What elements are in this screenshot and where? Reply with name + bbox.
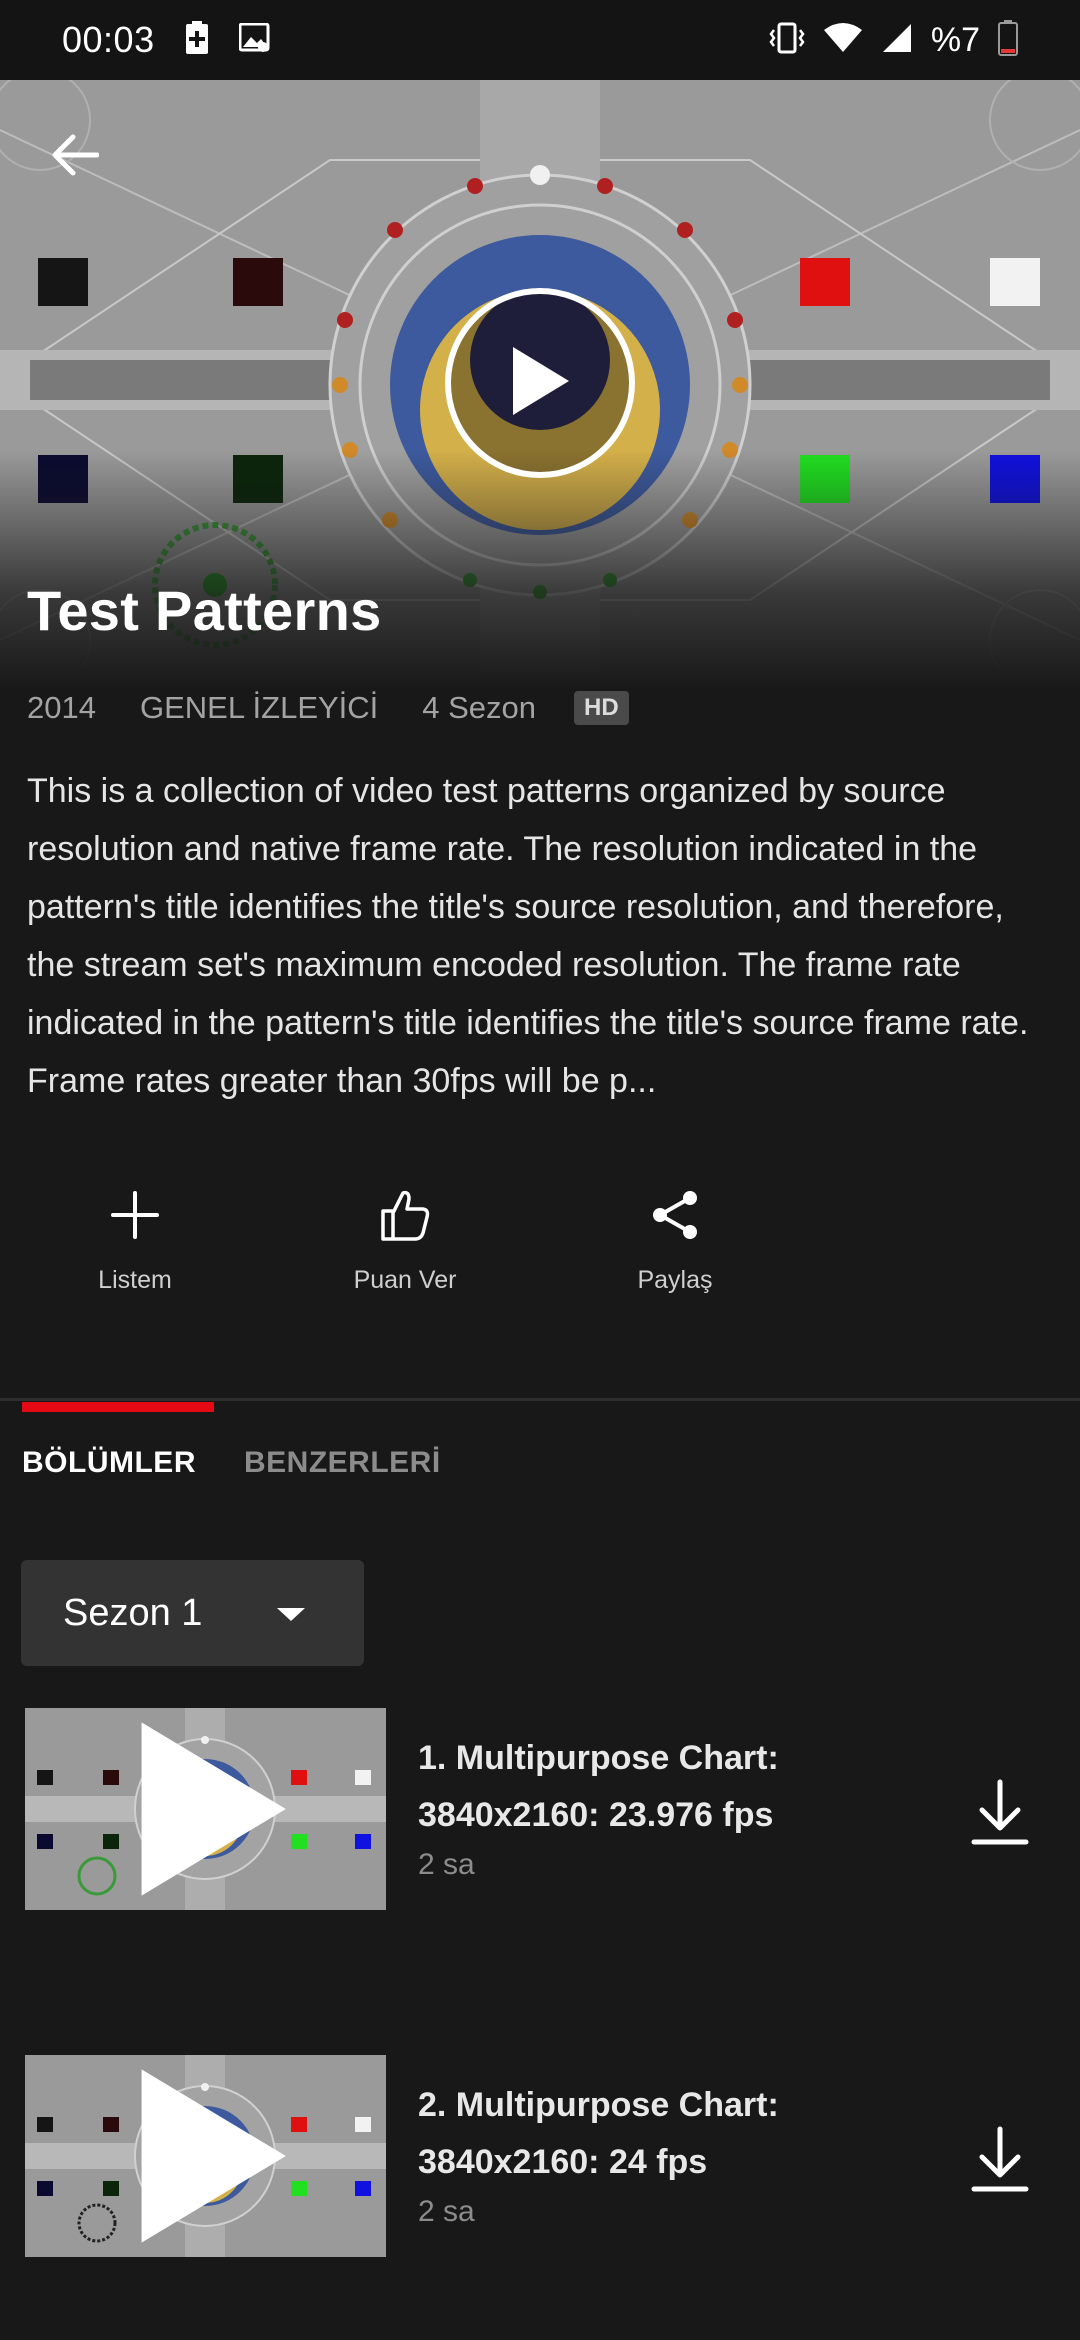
episode-duration: 2 sa	[418, 1848, 475, 1881]
thumbs-up-icon	[370, 1180, 440, 1250]
back-button[interactable]	[40, 122, 110, 192]
episode-play-button[interactable]	[141, 2069, 286, 2243]
plus-icon	[100, 1180, 170, 1250]
tab-more-like-this[interactable]: BENZERLERİ	[244, 1446, 441, 1480]
signal-icon	[881, 22, 913, 59]
rate-label: Puan Ver	[353, 1266, 457, 1294]
vibrate-icon	[769, 22, 805, 59]
caret-down-icon	[277, 1608, 305, 1621]
content-tabs: BÖLÜMLER BENZERLERİ	[22, 1446, 441, 1480]
season-selected-value: Sezon 1	[63, 1591, 203, 1634]
action-bar: Listem Puan Ver Paylaş	[0, 1180, 1080, 1295]
title-metadata: 2014 GENEL İZLEYİCİ 4 Sezon HD	[27, 690, 629, 726]
tab-episodes[interactable]: BÖLÜMLER	[22, 1446, 196, 1480]
season-count: 4 Sezon	[422, 690, 537, 725]
image-notification-icon	[238, 22, 271, 58]
play-icon	[26, 1708, 387, 1910]
release-year: 2014	[27, 690, 96, 725]
episode-play-button[interactable]	[141, 1722, 286, 1896]
sim-plus-icon	[185, 20, 209, 60]
wifi-icon	[823, 22, 863, 59]
hero-play-button[interactable]	[445, 288, 635, 478]
battery-icon	[998, 19, 1018, 61]
back-arrow-icon	[51, 133, 100, 182]
season-dropdown[interactable]: Sezon 1	[21, 1560, 364, 1666]
share-label: Paylaş	[637, 1266, 713, 1294]
episode-item[interactable]: 1. Multipurpose Chart: 3840x2160: 23.976…	[0, 1708, 1080, 1910]
episode-thumbnail[interactable]	[25, 1708, 386, 1910]
episode-title: 2. Multipurpose Chart: 3840x2160: 24 fps	[418, 2086, 779, 2181]
hero-gradient	[0, 450, 1080, 690]
battery-percent: %7	[930, 20, 980, 59]
download-icon	[968, 2126, 1032, 2199]
maturity-rating: GENEL İZLEYİCİ	[139, 690, 379, 725]
download-button[interactable]	[968, 2125, 1032, 2195]
rate-button[interactable]: Puan Ver	[270, 1180, 540, 1295]
share-icon	[640, 1180, 710, 1250]
status-time: 00:03	[62, 19, 155, 60]
download-icon	[968, 1779, 1032, 1852]
active-tab-indicator	[22, 1402, 214, 1412]
play-icon	[507, 343, 573, 424]
status-bar: 00:03 %7	[0, 0, 1080, 80]
share-button[interactable]: Paylaş	[540, 1180, 810, 1295]
episode-title: 1. Multipurpose Chart: 3840x2160: 23.976…	[418, 1739, 779, 1834]
play-icon	[26, 2055, 387, 2257]
episode-duration: 2 sa	[418, 2195, 475, 2228]
tabs-divider	[0, 1398, 1080, 1401]
hd-badge: HD	[574, 691, 629, 725]
my-list-label: Listem	[98, 1266, 172, 1294]
episode-thumbnail[interactable]	[25, 2055, 386, 2257]
page-title: Test Patterns	[27, 579, 382, 642]
synopsis[interactable]: This is a collection of video test patte…	[27, 762, 1057, 1110]
my-list-button[interactable]: Listem	[0, 1180, 270, 1295]
episode-item[interactable]: 2. Multipurpose Chart: 3840x2160: 24 fps…	[0, 2055, 1080, 2257]
download-button[interactable]	[968, 1778, 1032, 1848]
